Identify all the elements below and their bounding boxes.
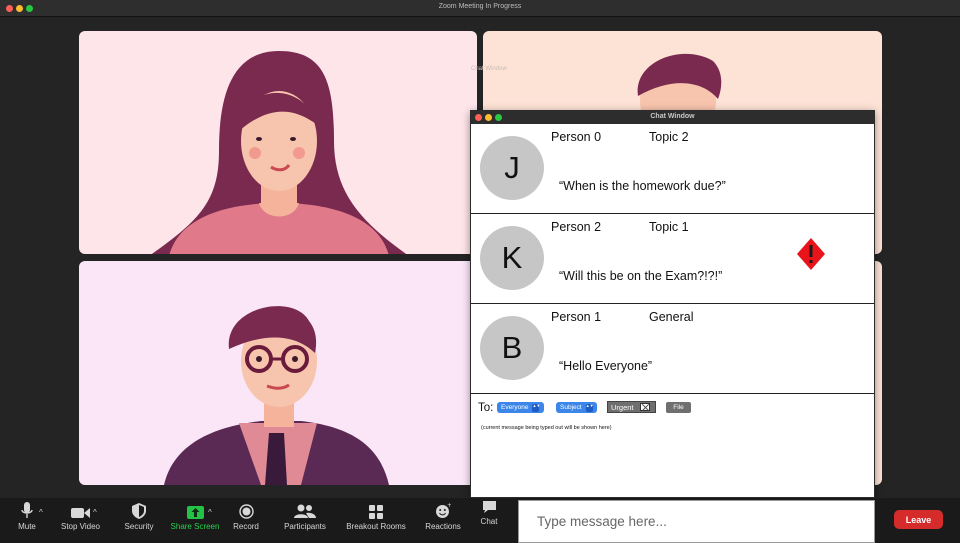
to-label: To:: [478, 402, 494, 414]
shield-icon: [132, 503, 146, 519]
share-screen-label: Share Screen: [170, 522, 220, 531]
share-arrow-icon: [186, 506, 204, 519]
security-button[interactable]: Security: [121, 498, 157, 543]
message-sender: Person 2: [551, 220, 602, 234]
type-message-box[interactable]: [518, 500, 875, 543]
chat-window: Chat Window J Person 0 Topic 2 “When is …: [470, 110, 875, 498]
file-button[interactable]: File: [666, 402, 691, 413]
urgent-checkbox[interactable]: Urgent: [607, 401, 656, 413]
message-topic: Topic 2: [649, 130, 689, 144]
avatar: K: [480, 226, 544, 290]
chat-button[interactable]: Chat: [476, 498, 502, 543]
chat-composer: To: Everyone ▲▼ Subject ▲▼ Urgent File (…: [471, 394, 874, 494]
participants-button[interactable]: Participants: [280, 498, 330, 543]
reactions-label: Reactions: [425, 522, 461, 531]
select-arrows-icon: ▲▼: [585, 403, 594, 412]
message-sender: Person 1: [551, 310, 602, 324]
participant-illustration-man-glasses: [164, 306, 389, 485]
avatar: B: [480, 316, 544, 380]
chat-window-title: Chat Window: [650, 113, 695, 120]
recipient-select[interactable]: Everyone ▲▼: [497, 402, 544, 413]
record-button[interactable]: Record: [230, 498, 262, 543]
breakout-rooms-button[interactable]: Breakout Rooms: [344, 498, 408, 543]
chat-label: Chat: [480, 517, 498, 526]
share-screen-button[interactable]: Share Screen: [168, 498, 222, 543]
mute-button[interactable]: Mute: [11, 498, 43, 543]
stop-video-button[interactable]: Stop Video: [58, 498, 103, 543]
chat-window-titlebar: Chat Window: [471, 111, 874, 124]
video-tile-man-glasses[interactable]: [79, 261, 477, 485]
participant-illustration-woman: [151, 51, 407, 254]
participants-icon: [294, 504, 316, 518]
message-topic: General: [649, 310, 694, 324]
draft-message-preview: (current message being typed out will be…: [481, 425, 612, 431]
subject-value: Subject: [560, 404, 582, 411]
background-window-label: Chat Window: [471, 66, 507, 72]
select-arrows-icon: ▲▼: [532, 403, 540, 412]
zoom-app: Zoom Meeting In Progress Chat Window Cha…: [0, 0, 960, 543]
avatar: J: [480, 136, 544, 200]
chat-message[interactable]: B Person 1 General “Hello Everyone”: [471, 304, 874, 394]
window-titlebar: Zoom Meeting In Progress: [0, 0, 960, 17]
security-label: Security: [124, 522, 154, 531]
record-label: Record: [233, 522, 259, 531]
record-icon: [238, 504, 254, 519]
breakout-rooms-label: Breakout Rooms: [346, 522, 406, 531]
chat-message[interactable]: K Person 2 Topic 1 “Will this be on the …: [471, 214, 874, 304]
chat-message[interactable]: J Person 0 Topic 2 “When is the homework…: [471, 124, 874, 214]
reactions-button[interactable]: + Reactions: [423, 498, 463, 543]
recipient-value: Everyone: [501, 404, 529, 411]
message-text: “When is the homework due?”: [559, 179, 726, 193]
breakout-grid-icon: [369, 505, 383, 519]
message-text: “Will this be on the Exam?!?!”: [559, 269, 723, 283]
urgent-label: Urgent: [611, 402, 634, 412]
mute-options-chevron-icon[interactable]: ^: [39, 508, 43, 517]
subject-select[interactable]: Subject ▲▼: [556, 402, 597, 413]
svg-text:+: +: [447, 503, 451, 509]
video-tile-woman[interactable]: [79, 31, 477, 254]
chat-bubble-icon: [482, 501, 496, 513]
type-message-input[interactable]: [519, 501, 874, 542]
message-sender: Person 0: [551, 130, 602, 144]
window-title: Zoom Meeting In Progress: [438, 3, 522, 10]
video-options-chevron-icon[interactable]: ^: [93, 508, 97, 517]
stop-video-label: Stop Video: [61, 522, 100, 531]
reactions-smiley-icon: +: [436, 503, 451, 518]
message-text: “Hello Everyone”: [559, 359, 653, 373]
microphone-icon: [21, 502, 33, 518]
leave-button[interactable]: Leave: [894, 510, 943, 529]
participants-label: Participants: [284, 522, 326, 531]
video-camera-icon: [71, 508, 90, 518]
message-topic: Topic 1: [649, 220, 689, 234]
mute-label: Mute: [18, 522, 36, 531]
share-options-chevron-icon[interactable]: ^: [208, 508, 212, 517]
urgent-diamond-icon: [797, 238, 825, 270]
checkbox-x-icon: [639, 403, 650, 411]
